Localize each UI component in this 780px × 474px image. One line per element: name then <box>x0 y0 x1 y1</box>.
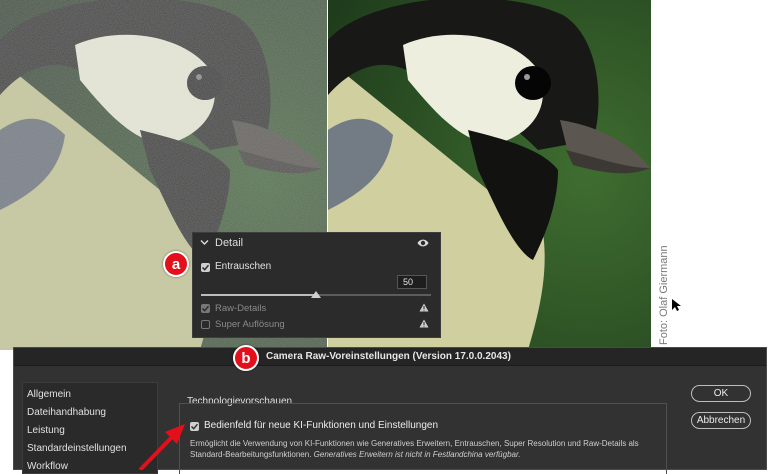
denoise-label: Entrauschen <box>215 261 272 272</box>
red-arrow-icon <box>138 424 185 470</box>
sidebar-item-defaults[interactable]: Standardeinstellungen <box>27 443 127 454</box>
checkmark-icon <box>190 423 199 430</box>
super-resolution-label: Super Auflösung <box>215 319 285 330</box>
sidebar-item-workflow[interactable]: Workflow <box>27 461 68 472</box>
sidebar-item-performance[interactable]: Leistung <box>27 425 65 436</box>
raw-details-checkbox <box>201 304 210 313</box>
slider-fill <box>201 294 316 296</box>
dialog-title: Camera Raw-Voreinstellungen (Version 17.… <box>266 351 511 362</box>
photo-credit: Foto: Olaf Giermann <box>648 230 670 345</box>
chevron-down-icon[interactable] <box>200 238 209 247</box>
raw-details-row: Raw-Details <box>201 303 433 315</box>
denoise-checkbox[interactable] <box>201 263 210 272</box>
detail-panel: Detail Entrauschen 50 Raw-Details Super … <box>192 232 441 338</box>
warning-icon <box>419 303 429 312</box>
denoise-value-field[interactable]: 50 <box>397 275 427 289</box>
warning-icon <box>419 319 429 328</box>
checkmark-icon <box>201 305 210 312</box>
checkmark-icon <box>201 264 210 271</box>
cursor-arrow-icon <box>672 299 681 311</box>
sidebar-item-file-handling[interactable]: Dateihandhabung <box>27 407 106 418</box>
ai-features-description: Ermöglicht die Verwendung von KI-Funktio… <box>190 438 660 460</box>
cancel-button[interactable]: Abbrechen <box>691 412 751 429</box>
ai-features-checkbox[interactable] <box>190 422 199 431</box>
badge-b: b <box>233 345 259 371</box>
super-resolution-row: Super Auflösung <box>201 319 433 331</box>
ai-description-note: Generatives Erweitern ist nicht in Festl… <box>313 450 521 459</box>
ai-features-checkbox-row[interactable]: Bedienfeld für neue KI-Funktionen und Ei… <box>190 420 590 434</box>
slider-thumb[interactable] <box>311 291 321 298</box>
detail-panel-title: Detail <box>215 237 244 249</box>
eye-icon[interactable] <box>417 238 429 248</box>
denoise-checkbox-row[interactable]: Entrauschen <box>201 261 401 275</box>
photo-credit-text: Foto: Olaf Giermann <box>658 245 670 345</box>
ai-features-label: Bedienfeld für neue KI-Funktionen und Ei… <box>204 420 439 431</box>
raw-details-label: Raw-Details <box>215 303 267 314</box>
super-resolution-checkbox <box>201 320 210 329</box>
sidebar-item-general[interactable]: Allgemein <box>27 389 71 400</box>
detail-panel-header[interactable]: Detail <box>193 233 440 253</box>
badge-a: a <box>163 251 189 277</box>
ok-button[interactable]: OK <box>691 385 751 402</box>
dialog-titlebar[interactable]: Camera Raw-Voreinstellungen (Version 17.… <box>14 348 766 366</box>
preferences-dialog: Camera Raw-Voreinstellungen (Version 17.… <box>13 347 767 474</box>
denoise-slider[interactable] <box>201 291 431 299</box>
